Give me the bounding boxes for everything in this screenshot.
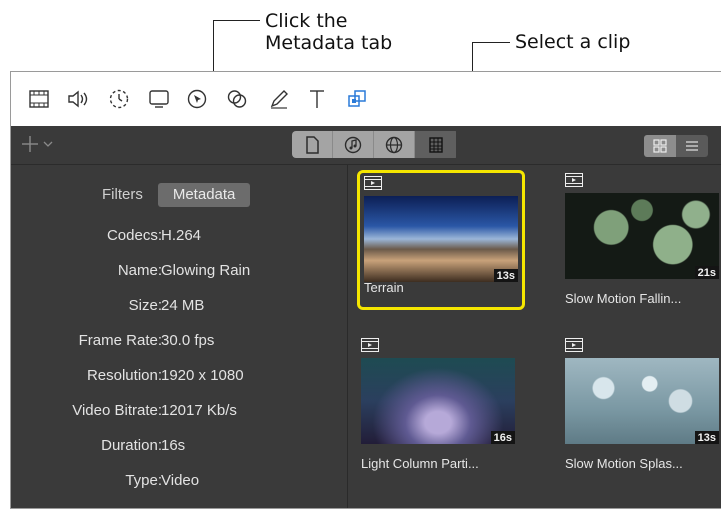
display-icon[interactable] [147,87,171,111]
document-icon[interactable] [292,131,333,158]
callout-leader-h [213,20,260,21]
metadata-key: Frame Rate: [78,332,162,349]
callout-metadata-line1: Click the [265,10,348,32]
metadata-row-codecs: Codecs: H.264 [11,227,347,247]
app-window: Filters Metadata Codecs: H.264 Name: Glo… [10,71,721,509]
cursor-icon[interactable] [185,87,209,111]
metadata-value: Glowing Rain [161,262,251,279]
callout-clip-leader-h [472,42,510,43]
clip-thumbnail: 13s [364,196,518,282]
clip-name: Slow Motion Fallin... [565,291,682,306]
clip-name: Light Column Parti... [361,456,479,471]
metadata-key: Size: [128,297,162,314]
media-browser: 13s Terrain 21s Slow Motion Fallin... 16… [349,165,721,508]
metadata-row-type: Type: Video [11,472,347,492]
metadata-row-name: Name: Glowing Rain [11,262,347,282]
metadata-value: 12017 Kb/s [161,402,237,419]
effects-icon[interactable] [225,87,249,111]
metadata-key: Video Bitrate: [72,402,162,419]
metadata-row-video-bitrate: Video Bitrate: 12017 Kb/s [11,402,347,422]
film-icon[interactable] [27,87,51,111]
duration-badge: 13s [694,431,719,444]
metadata-key: Duration: [101,437,162,454]
globe-icon[interactable] [374,131,415,158]
tab-filters[interactable]: Filters [87,183,158,207]
pen-icon[interactable] [267,87,291,111]
metadata-value: H.264 [161,227,202,244]
grid-icon[interactable] [415,131,456,158]
duration-badge: 21s [694,266,719,279]
transition-icon[interactable] [107,87,131,111]
metadata-value: 1920 x 1080 [161,367,244,384]
metadata-row-size: Size: 24 MB [11,297,347,317]
metadata-value: 30.0 fps [161,332,215,349]
tab-metadata[interactable]: Metadata [157,183,251,207]
clip-slow-motion-falling[interactable]: 21s Slow Motion Fallin... [565,173,721,319]
metadata-value: 24 MB [161,297,205,314]
inspector-tabs: Filters Metadata [87,183,251,207]
metadata-key: Codecs: [106,227,162,244]
grid-view-icon[interactable] [644,135,676,157]
metadata-key: Resolution: [86,367,162,384]
clip-light-column[interactable]: 16s Light Column Parti... [361,338,523,484]
metadata-row-resolution: Resolution: 1920 x 1080 [11,367,347,387]
film-icon [565,173,583,187]
toolbar [11,72,721,126]
metadata-row-duration: Duration: 16s [11,437,347,457]
view-toggle [644,135,708,157]
film-icon [364,176,382,190]
clip-name: Slow Motion Splas... [565,456,683,471]
clip-name: Terrain [364,280,404,295]
metadata-value: Video [161,472,200,489]
chevron-down-icon [43,141,53,147]
audio-icon[interactable] [65,87,89,111]
metadata-value: 16s [161,437,186,454]
film-icon [565,338,583,352]
clip-terrain[interactable]: 13s Terrain [357,170,525,310]
library-segmented-control [292,131,459,158]
text-icon[interactable] [305,87,329,111]
inspector-sidebar: Filters Metadata Codecs: H.264 Name: Glo… [11,165,348,508]
list-view-icon[interactable] [676,135,708,157]
callout-metadata-line2: Metadata tab [265,32,393,54]
clip-thumbnail: 13s [565,358,719,444]
metadata-row-frame-rate: Frame Rate: 30.0 fps [11,332,347,352]
clip-thumbnail: 21s [565,193,719,279]
clip-thumbnail: 16s [361,358,515,444]
media-pane: Filters Metadata Codecs: H.264 Name: Glo… [11,126,721,508]
metadata-key: Name: [117,262,162,279]
add-menu-button[interactable] [21,132,61,156]
film-icon [361,338,379,352]
callout-metadata-tab: Click the Metadata tab [265,10,392,54]
plus-icon [22,136,38,152]
layers-icon[interactable] [345,87,369,111]
clip-slow-motion-splash[interactable]: 13s Slow Motion Splas... [565,338,721,484]
music-icon[interactable] [333,131,374,158]
duration-badge: 16s [490,431,515,444]
callout-select-clip: Select a clip [515,31,631,53]
metadata-key: Type: [125,472,162,489]
browser-bar [11,126,721,165]
